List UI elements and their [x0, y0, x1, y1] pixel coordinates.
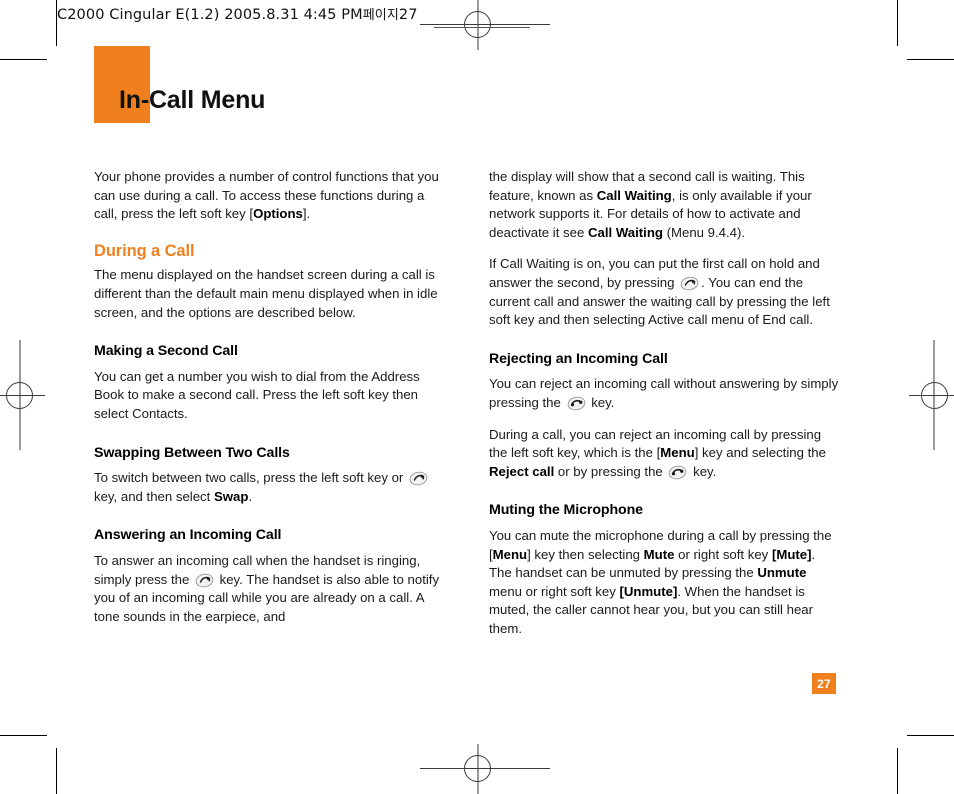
- heading-during-a-call: During a Call: [94, 241, 195, 260]
- slug-underline: [434, 27, 530, 28]
- menu-softkey-label-2: Menu: [492, 546, 528, 562]
- swapping-text-a: To switch between two calls, press the l…: [94, 470, 404, 486]
- heading-swapping-between-two-calls: Swapping Between Two Calls: [94, 444, 290, 461]
- registration-mark-top: [420, 0, 550, 50]
- intro-paragraph: Your phone provides a number of control …: [94, 168, 446, 224]
- swapping-paragraph: To switch between two calls, press the l…: [94, 469, 446, 506]
- registration-mark-bottom: [420, 744, 550, 794]
- phone-send-key-icon: [409, 471, 428, 486]
- unmute-softkey-label: [Unmute]: [619, 583, 678, 599]
- left-column: Your phone provides a number of control …: [94, 168, 446, 626]
- swapping-text-b: key, and then select: [94, 488, 211, 504]
- slug-job-info: C2000 Cingular E(1.2) 2005.8.31 4:45 PM: [57, 7, 363, 23]
- mute-text-e: or right soft key: [674, 546, 772, 562]
- rejecting-paragraph-2: During a call, you can reject an incomin…: [489, 426, 841, 482]
- muting-paragraph: You can mute the microphone during a cal…: [489, 527, 841, 639]
- heading-rejecting-an-incoming-call: Rejecting an Incoming Call: [489, 350, 668, 367]
- heading-answering-an-incoming-call: Answering an Incoming Call: [94, 527, 282, 544]
- reject2-text-c: ] key and selecting the: [694, 445, 826, 461]
- phone-send-key-icon: [680, 276, 699, 291]
- crop-mark-bottom-left-vertical: [56, 748, 57, 794]
- page-number-badge: 27: [812, 673, 836, 694]
- heading-making-a-second-call: Making a Second Call: [94, 343, 238, 360]
- menu-softkey-label-1: Menu: [660, 445, 695, 461]
- answering-paragraph: To answer an incoming call when the hand…: [94, 552, 446, 626]
- swap-menu-label: Swap: [214, 488, 249, 504]
- reject-text-b: key.: [591, 394, 615, 410]
- phone-end-key-icon: [567, 396, 586, 411]
- reject-call-menu-label: Reject call: [489, 463, 555, 479]
- crop-mark-bottom-right-horizontal: [907, 735, 954, 736]
- call-waiting-on-paragraph: If Call Waiting is on, you can put the f…: [489, 255, 841, 329]
- slug-korean-page-word: 페이지: [362, 8, 399, 23]
- reject-text-a: You can reject an incoming call without …: [489, 376, 839, 410]
- registration-mark-left: [0, 340, 70, 450]
- crop-mark-bottom-left-horizontal: [0, 735, 47, 736]
- page-title: In-Call Menu: [119, 86, 266, 114]
- mute-text-c: ] key then selecting: [527, 546, 644, 562]
- during-a-call-paragraph: The menu displayed on the handset screen…: [94, 267, 438, 320]
- print-slug-line: C2000 Cingular E(1.2) 2005.8.31 4:45 PM페…: [57, 4, 418, 23]
- call-waiting-term-2: Call Waiting: [587, 224, 663, 240]
- unmute-menu-label: Unmute: [757, 565, 807, 581]
- crop-mark-top-left-horizontal: [0, 59, 47, 60]
- right-column: the display will show that a second call…: [489, 168, 841, 638]
- making-second-call-paragraph: You can get a number you wish to dial fr…: [94, 368, 420, 421]
- options-softkey-label: Options: [253, 206, 303, 222]
- reject2-text-f: key.: [693, 463, 717, 479]
- crop-mark-top-right-horizontal: [907, 59, 954, 60]
- registration-mark-right: [884, 340, 954, 450]
- mute-softkey-label: [Mute]: [771, 546, 812, 562]
- call-waiting-term-1: Call Waiting: [596, 187, 672, 203]
- crop-mark-top-right-vertical: [897, 0, 898, 46]
- call-waiting-paragraph: the display will show that a second call…: [489, 168, 841, 242]
- cw-text-e: (Menu 9.4.4).: [662, 224, 746, 240]
- swapping-text-d: .: [248, 488, 253, 504]
- crop-mark-bottom-right-vertical: [897, 748, 898, 794]
- heading-muting-the-microphone: Muting the Microphone: [489, 502, 643, 519]
- mute-menu-label: Mute: [643, 546, 675, 562]
- mute-text-i: menu or right soft key: [489, 583, 620, 599]
- slug-page-number: 27: [398, 7, 418, 23]
- intro-text-c: ].: [302, 206, 311, 222]
- phone-send-key-icon: [195, 573, 214, 588]
- rejecting-paragraph-1: You can reject an incoming call without …: [489, 375, 841, 412]
- reject2-text-e: or by pressing the: [554, 463, 663, 479]
- phone-end-key-icon: [668, 465, 687, 480]
